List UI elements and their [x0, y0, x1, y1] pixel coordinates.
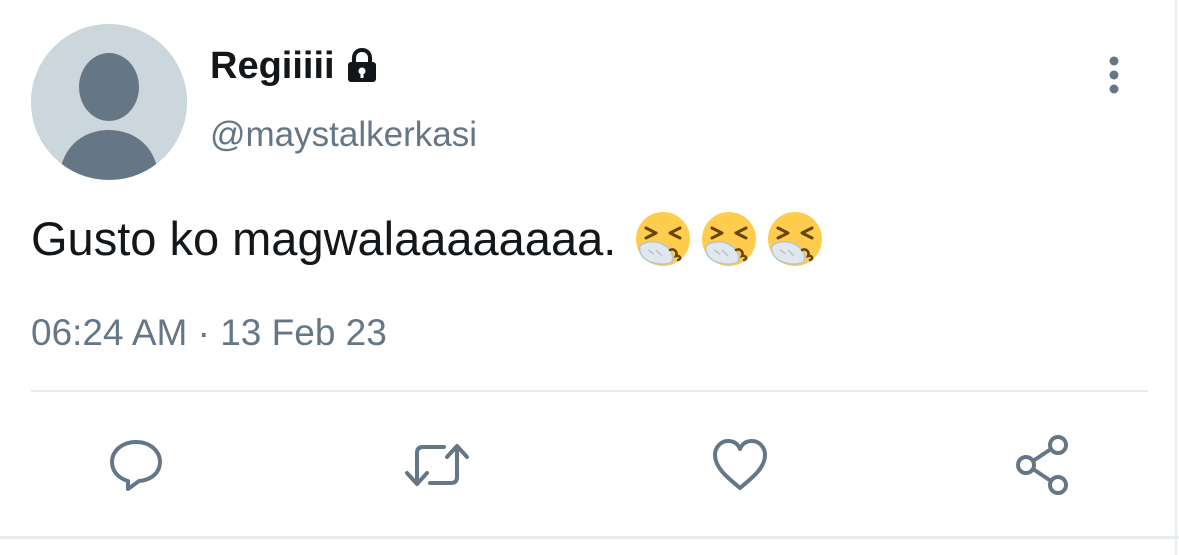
tweet-text: Gusto ko magwalaaaaaaaa. [31, 210, 832, 268]
reply-icon [110, 440, 162, 491]
more-options-button[interactable] [1094, 53, 1134, 99]
reply-button[interactable] [101, 430, 171, 500]
more-vertical-icon [1109, 56, 1119, 94]
default-profile-icon [31, 24, 187, 180]
avatar[interactable] [31, 24, 187, 180]
retweet-icon [405, 444, 469, 486]
emoji-group [634, 210, 832, 268]
tweet-body: Gusto ko magwalaaaaaaaa. [31, 212, 617, 265]
display-name-row[interactable]: Regiiiii [210, 44, 381, 88]
tweet-card: Regiiiii @maystalkerkasi Gusto ko magwal… [0, 0, 1179, 555]
like-button[interactable] [705, 430, 775, 500]
share-icon [1016, 435, 1068, 495]
bottom-border [0, 536, 1179, 539]
tweet-timestamp[interactable]: 06:24 AM · 13 Feb 23 [31, 310, 387, 356]
display-name[interactable]: Regiiiii [210, 44, 335, 88]
sneezing-face-icon [766, 210, 824, 268]
action-bar [0, 430, 1179, 500]
retweet-button[interactable] [402, 430, 472, 500]
user-handle[interactable]: @maystalkerkasi [210, 113, 477, 157]
divider [31, 390, 1148, 392]
sneezing-face-icon [634, 210, 692, 268]
right-border [1175, 0, 1177, 555]
lock-icon [343, 47, 381, 85]
share-button[interactable] [1008, 430, 1078, 500]
sneezing-face-icon [700, 210, 758, 268]
heart-icon [713, 439, 767, 490]
